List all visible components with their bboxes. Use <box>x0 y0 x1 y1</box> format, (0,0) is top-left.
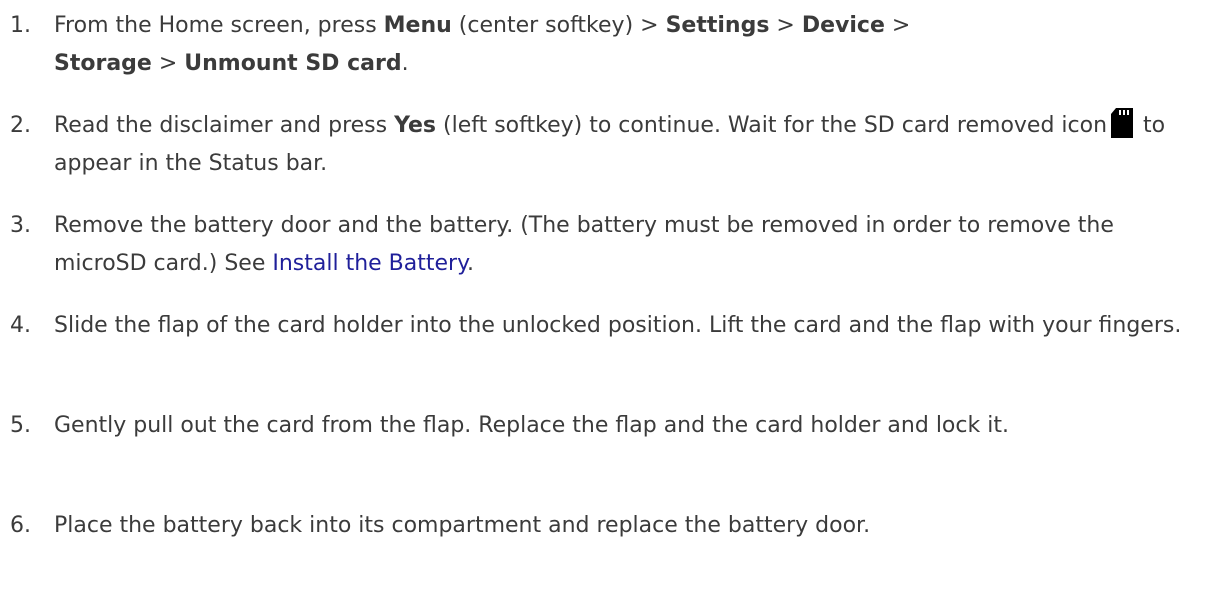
step-number: 3. <box>10 213 31 238</box>
settings-keyword: Settings <box>665 13 770 38</box>
step-text-segment: (center softkey) > <box>451 13 666 38</box>
step-text-segment: Read the disclaimer and press <box>54 113 395 138</box>
yes-keyword: Yes <box>394 113 437 138</box>
step-5: 5. Gently pull out the card from the fla… <box>0 407 1210 445</box>
page: { "steps": [ { "number": "1.", "t1": "Fr… <box>0 0 1210 614</box>
sd-card-removed-icon <box>1111 108 1134 138</box>
storage-keyword: Storage <box>54 51 152 76</box>
step-number: 5. <box>10 413 31 438</box>
step-3: 3. Remove the battery door and the batte… <box>0 207 1210 283</box>
device-keyword: Device <box>801 13 885 38</box>
step-4: 4. Slide the flap of the card holder int… <box>0 307 1210 345</box>
step-text: Remove the battery door and the battery.… <box>54 207 1204 283</box>
step-text: From the Home screen, press Menu (center… <box>54 7 1204 83</box>
step-number: 6. <box>10 513 31 538</box>
step-text: Slide the flap of the card holder into t… <box>54 313 1182 338</box>
step-text: Read the disclaimer and press Yes (left … <box>54 107 1204 183</box>
step-text-segment: Remove the battery door and the battery.… <box>54 213 1114 276</box>
step-number: 4. <box>10 313 31 338</box>
step-text-segment: > <box>151 51 185 76</box>
step-text-segment: . <box>466 251 474 276</box>
step-text-segment: (left softkey) to continue. Wait for the… <box>436 113 1108 138</box>
step-text: Place the battery back into its compartm… <box>54 513 871 538</box>
step-text-segment: > <box>884 13 911 38</box>
step-number: 1. <box>10 13 31 38</box>
step-2: 2. Read the disclaimer and press Yes (le… <box>0 107 1210 183</box>
menu-keyword: Menu <box>383 13 452 38</box>
install-battery-link[interactable]: Install the Battery <box>272 251 467 276</box>
step-text-segment: > <box>769 13 802 38</box>
step-1: 1. From the Home screen, press Menu (cen… <box>0 7 1210 83</box>
step-number: 2. <box>10 113 31 138</box>
step-6: 6. Place the battery back into its compa… <box>0 507 1210 545</box>
step-text-segment: From the Home screen, press <box>54 13 384 38</box>
step-text-segment: . <box>401 51 409 76</box>
unmount-sd-card-keyword: Unmount SD card <box>184 51 402 76</box>
step-text: Gently pull out the card from the flap. … <box>54 413 1009 438</box>
